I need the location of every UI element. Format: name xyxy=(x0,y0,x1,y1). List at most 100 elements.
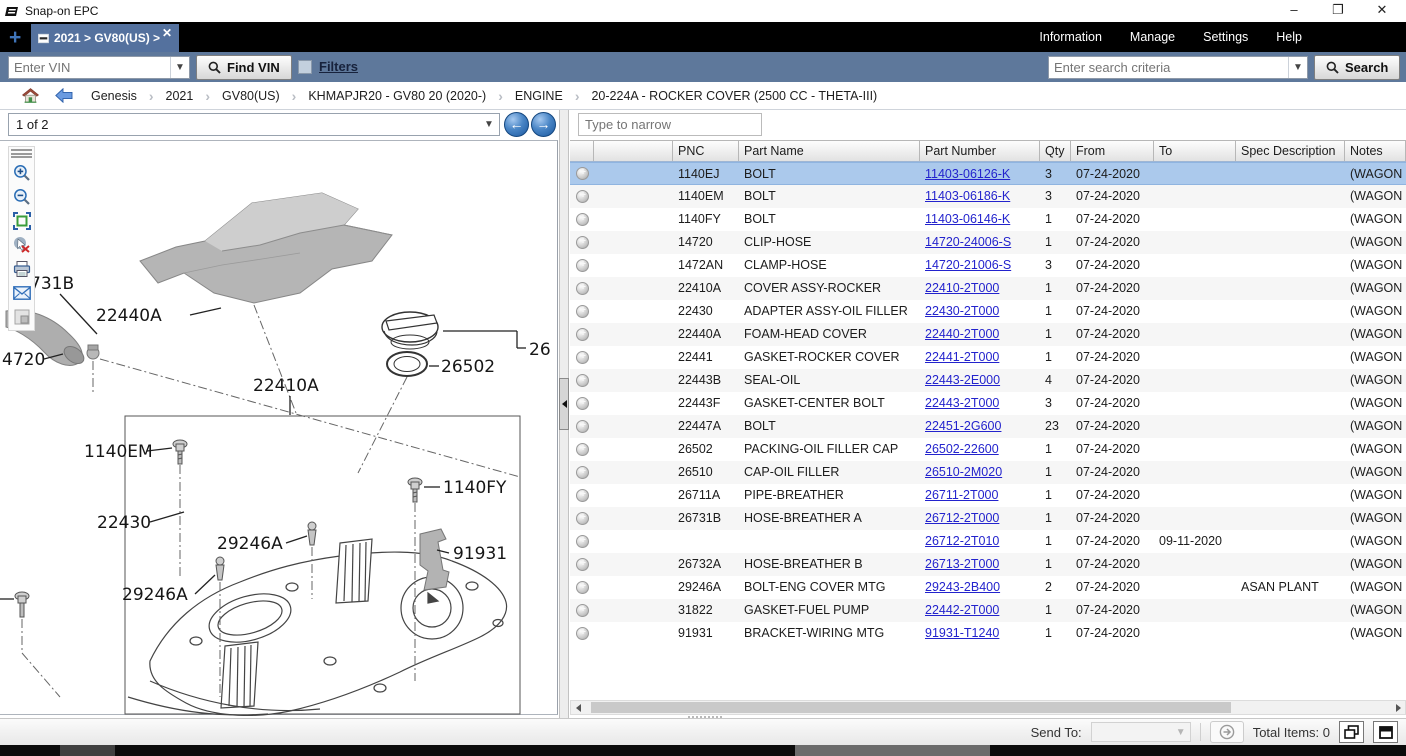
diagram-part-label[interactable]: 26 xyxy=(529,340,551,360)
expand-row-icon[interactable] xyxy=(576,489,589,502)
diagram-part-label[interactable]: 4720 xyxy=(2,350,45,370)
expand-row-icon[interactable] xyxy=(576,581,589,594)
part-number-link[interactable]: 22441-2T000 xyxy=(925,350,999,364)
breadcrumb-item[interactable]: GV80(US) xyxy=(222,89,280,103)
find-vin-button[interactable]: Find VIN xyxy=(196,55,292,80)
print-icon[interactable] xyxy=(11,258,32,279)
table-row[interactable]: 14720CLIP-HOSE14720-24006-S107-24-2020(W… xyxy=(570,231,1406,254)
expand-row-icon[interactable] xyxy=(576,213,589,226)
pointer-clear-icon[interactable] xyxy=(11,234,32,255)
parts-diagram[interactable]: 731B22440A4720265022622410A1140EM1140FY2… xyxy=(0,141,558,716)
minimize-button[interactable]: – xyxy=(1272,0,1316,22)
part-number-link[interactable]: 22443-2T000 xyxy=(925,396,999,410)
prev-page-button[interactable]: ← xyxy=(504,112,529,137)
table-row[interactable]: 22441GASKET-ROCKER COVER22441-2T000107-2… xyxy=(570,346,1406,369)
col-blank[interactable] xyxy=(570,141,594,161)
part-number-link[interactable]: 14720-24006-S xyxy=(925,235,1011,249)
part-number-link[interactable]: 26712-2T000 xyxy=(925,511,999,525)
menu-manage[interactable]: Manage xyxy=(1130,30,1175,44)
zoom-out-icon[interactable] xyxy=(11,186,32,207)
table-row[interactable]: 22430ADAPTER ASSY-OIL FILLER22430-2T0001… xyxy=(570,300,1406,323)
menu-help[interactable]: Help xyxy=(1276,30,1302,44)
part-number-link[interactable]: 29243-2B400 xyxy=(925,580,1000,594)
part-number-link[interactable]: 26510-2M020 xyxy=(925,465,1002,479)
table-row[interactable]: 22410ACOVER ASSY-ROCKER22410-2T000107-24… xyxy=(570,277,1406,300)
diagram-part-label[interactable]: 22430 xyxy=(97,513,151,533)
diagram-part-label[interactable]: 91931 xyxy=(453,544,507,564)
table-row[interactable]: 1140EMBOLT11403-06186-K307-24-2020(WAGON xyxy=(570,185,1406,208)
col-part-number[interactable]: Part Number xyxy=(920,141,1040,161)
table-row[interactable]: 29246ABOLT-ENG COVER MTG29243-2B400207-2… xyxy=(570,576,1406,599)
expand-row-icon[interactable] xyxy=(576,282,589,295)
diagram-part-label[interactable]: 1140EM xyxy=(84,442,153,462)
vin-dropdown-chevron-icon[interactable]: ▼ xyxy=(170,57,189,78)
expand-row-icon[interactable] xyxy=(576,351,589,364)
part-number-link[interactable]: 26502-22600 xyxy=(925,442,999,456)
home-icon[interactable] xyxy=(22,88,39,103)
collapse-handle[interactable] xyxy=(559,378,569,430)
narrow-filter-input[interactable] xyxy=(578,113,762,136)
search-button[interactable]: Search xyxy=(1314,55,1400,80)
part-number-link[interactable]: 26713-2T000 xyxy=(925,557,999,571)
expand-row-icon[interactable] xyxy=(576,167,589,180)
diagram-part-label[interactable]: 26502 xyxy=(441,357,495,377)
table-row[interactable]: 91931BRACKET-WIRING MTG91931-T1240107-24… xyxy=(570,622,1406,645)
part-number-link[interactable]: 22451-2G600 xyxy=(925,419,1001,433)
vin-input[interactable] xyxy=(9,60,170,75)
col-pnc[interactable]: PNC xyxy=(673,141,739,161)
tab-active[interactable]: 2021 > GV80(US) > K... ✕ xyxy=(31,24,179,52)
expand-row-icon[interactable] xyxy=(576,328,589,341)
filters-link[interactable]: Filters xyxy=(319,59,358,74)
table-row[interactable]: 1140FYBOLT11403-06146-K107-24-2020(WAGON xyxy=(570,208,1406,231)
expand-row-icon[interactable] xyxy=(576,236,589,249)
zoom-in-icon[interactable] xyxy=(11,162,32,183)
part-number-link[interactable]: 14720-21006-S xyxy=(925,258,1011,272)
search-input[interactable] xyxy=(1049,60,1288,75)
menu-settings[interactable]: Settings xyxy=(1203,30,1248,44)
send-to-select[interactable]: ▼ xyxy=(1091,722,1191,742)
breadcrumb-item[interactable]: Genesis xyxy=(91,89,137,103)
table-row[interactable]: 22443FGASKET-CENTER BOLT22443-2T000307-2… xyxy=(570,392,1406,415)
fit-screen-icon[interactable] xyxy=(11,210,32,231)
diagram-part-label[interactable]: 29246A xyxy=(217,534,283,554)
part-number-link[interactable]: 11403-06146-K xyxy=(925,212,1010,226)
diagram-part-label[interactable]: 29246A xyxy=(122,585,188,605)
diagram-part-label[interactable]: 22440A xyxy=(96,306,162,326)
table-row[interactable]: 22447ABOLT22451-2G6002307-24-2020(WAGON xyxy=(570,415,1406,438)
page-selector-chevron-icon[interactable]: ▼ xyxy=(479,119,499,130)
breadcrumb-item[interactable]: 20-224A - ROCKER COVER (2500 CC - THETA-… xyxy=(591,89,877,103)
part-number-link[interactable]: 11403-06126-K xyxy=(925,167,1010,181)
part-number-link[interactable]: 26711-2T000 xyxy=(925,488,998,502)
menu-information[interactable]: Information xyxy=(1039,30,1102,44)
horizontal-scrollbar[interactable] xyxy=(570,700,1406,715)
cascade-windows-button[interactable] xyxy=(1339,721,1364,743)
maximize-button[interactable]: ❐ xyxy=(1316,0,1360,22)
maximize-panel-button[interactable] xyxy=(1373,721,1398,743)
table-row[interactable]: 22440AFOAM-HEAD COVER22440-2T000107-24-2… xyxy=(570,323,1406,346)
table-row[interactable]: 22443BSEAL-OIL22443-2E000407-24-2020(WAG… xyxy=(570,369,1406,392)
expand-row-icon[interactable] xyxy=(576,535,589,548)
email-icon[interactable] xyxy=(11,282,32,303)
col-spec-description[interactable]: Spec Description xyxy=(1236,141,1345,161)
back-icon[interactable] xyxy=(55,88,73,103)
send-button[interactable] xyxy=(1210,721,1244,743)
scroll-left-arrow-icon[interactable] xyxy=(571,701,585,714)
close-button[interactable]: ✕ xyxy=(1360,0,1404,22)
expand-row-icon[interactable] xyxy=(576,190,589,203)
search-dropdown-chevron-icon[interactable]: ▼ xyxy=(1288,57,1307,78)
part-number-link[interactable]: 91931-T1240 xyxy=(925,626,999,640)
table-row[interactable]: 26732AHOSE-BREATHER B26713-2T000107-24-2… xyxy=(570,553,1406,576)
part-number-link[interactable]: 22443-2E000 xyxy=(925,373,1000,387)
table-row[interactable]: 26510CAP-OIL FILLER26510-2M020107-24-202… xyxy=(570,461,1406,484)
diagram-part-label[interactable]: 22410A xyxy=(253,376,319,396)
table-row[interactable]: 26502PACKING-OIL FILLER CAP26502-2260010… xyxy=(570,438,1406,461)
expand-row-icon[interactable] xyxy=(576,512,589,525)
col-to[interactable]: To xyxy=(1154,141,1236,161)
part-number-link[interactable]: 22440-2T000 xyxy=(925,327,999,341)
col-notes[interactable]: Notes xyxy=(1345,141,1406,161)
expand-row-icon[interactable] xyxy=(576,558,589,571)
panel-splitter[interactable] xyxy=(559,110,569,718)
part-number-link[interactable]: 22410-2T000 xyxy=(925,281,999,295)
expand-row-icon[interactable] xyxy=(576,627,589,640)
part-number-link[interactable]: 22430-2T000 xyxy=(925,304,999,318)
